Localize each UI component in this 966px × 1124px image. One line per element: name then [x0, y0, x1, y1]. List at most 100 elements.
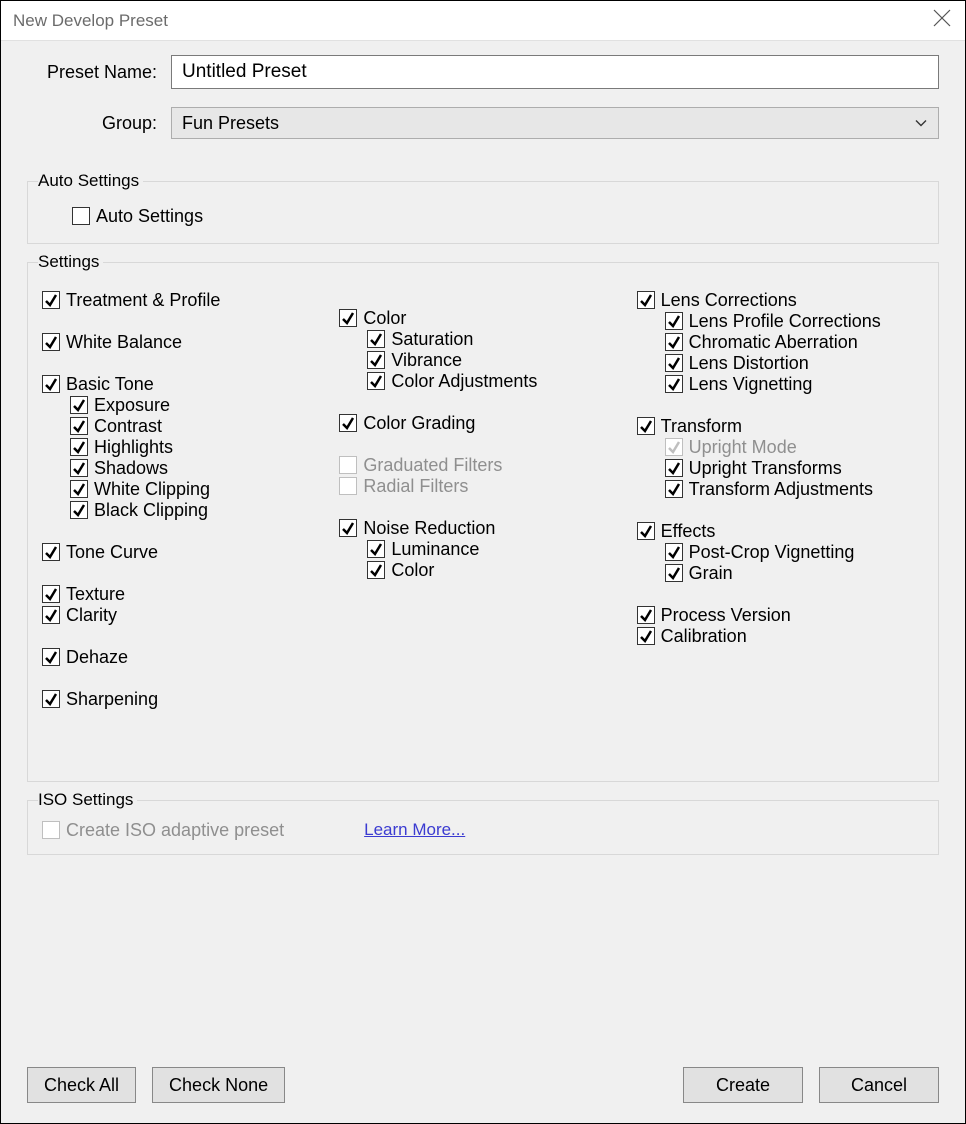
checkbox-label-treatment-profile: Treatment & Profile: [66, 291, 220, 309]
checkbox-label-contrast: Contrast: [94, 417, 162, 435]
checkbox-label-basic-tone: Basic Tone: [66, 375, 154, 393]
checkbox-exposure[interactable]: Exposure: [70, 396, 329, 414]
checkbox-color[interactable]: Color: [339, 309, 626, 327]
footer: Check All Check None Create Cancel: [1, 1049, 965, 1123]
settings-column-3: Lens Corrections Lens Profile Corrections…: [637, 288, 924, 711]
close-button[interactable]: [933, 9, 951, 32]
cancel-button[interactable]: Cancel: [819, 1067, 939, 1103]
checkbox-color-grading[interactable]: Color Grading: [339, 414, 626, 432]
checkbox-label-dehaze: Dehaze: [66, 648, 128, 666]
checkbox-post-crop-vignetting[interactable]: Post-Crop Vignetting: [665, 543, 924, 561]
checkbox-label-saturation: Saturation: [391, 330, 473, 348]
iso-adaptive-checkbox-label: Create ISO adaptive preset: [66, 821, 284, 839]
checkbox-calibration[interactable]: Calibration: [637, 627, 924, 645]
checkbox-process-version[interactable]: Process Version: [637, 606, 924, 624]
checkbox-label-post-crop-vignetting: Post-Crop Vignetting: [689, 543, 855, 561]
create-button[interactable]: Create: [683, 1067, 803, 1103]
checkbox-basic-tone[interactable]: Basic Tone: [42, 375, 329, 393]
checkbox-label-transform-adjustments: Transform Adjustments: [689, 480, 873, 498]
checkbox-label-highlights: Highlights: [94, 438, 173, 456]
checkbox-label-chromatic-aberration: Chromatic Aberration: [689, 333, 858, 351]
checkbox-label-clarity: Clarity: [66, 606, 117, 624]
checkbox-label-effects: Effects: [661, 522, 716, 540]
checkbox-label-exposure: Exposure: [94, 396, 170, 414]
checkbox-saturation[interactable]: Saturation: [367, 330, 626, 348]
checkbox-label-process-version: Process Version: [661, 606, 791, 624]
checkbox-grain[interactable]: Grain: [665, 564, 924, 582]
checkbox-upright-transforms[interactable]: Upright Transforms: [665, 459, 924, 477]
checkbox-vibrance[interactable]: Vibrance: [367, 351, 626, 369]
checkbox-label-upright-transforms: Upright Transforms: [689, 459, 842, 477]
checkbox-label-white-balance: White Balance: [66, 333, 182, 351]
checkbox-label-noise-reduction: Noise Reduction: [363, 519, 495, 537]
checkbox-effects[interactable]: Effects: [637, 522, 924, 540]
checkbox-contrast[interactable]: Contrast: [70, 417, 329, 435]
checkbox-label-black-clipping: Black Clipping: [94, 501, 208, 519]
checkbox-color-adjustments[interactable]: Color Adjustments: [367, 372, 626, 390]
checkbox-tone-curve[interactable]: Tone Curve: [42, 543, 329, 561]
settings-group: Settings Treatment & Profile White Balanc…: [27, 252, 939, 782]
checkbox-label-lens-vignetting: Lens Vignetting: [689, 375, 813, 393]
checkbox-label-color: Color: [363, 309, 406, 327]
checkbox-lens-profile-corrections[interactable]: Lens Profile Corrections: [665, 312, 924, 330]
checkbox-upright-mode: Upright Mode: [665, 438, 924, 456]
checkbox-highlights[interactable]: Highlights: [70, 438, 329, 456]
auto-settings-checkbox[interactable]: Auto Settings: [72, 207, 924, 225]
checkbox-label-color: Color: [391, 561, 434, 579]
checkbox-label-shadows: Shadows: [94, 459, 168, 477]
checkbox-black-clipping[interactable]: Black Clipping: [70, 501, 329, 519]
preset-name-label: Preset Name:: [27, 62, 157, 83]
checkbox-label-grain: Grain: [689, 564, 733, 582]
checkbox-transform-adjustments[interactable]: Transform Adjustments: [665, 480, 924, 498]
group-select-value: Fun Presets: [171, 107, 939, 139]
group-row: Group: Fun Presets: [27, 107, 939, 139]
settings-column-1: Treatment & Profile White Balance Basic To…: [42, 288, 329, 711]
checkbox-lens-distortion[interactable]: Lens Distortion: [665, 354, 924, 372]
checkbox-lens-corrections[interactable]: Lens Corrections: [637, 291, 924, 309]
learn-more-link[interactable]: Learn More...: [364, 820, 465, 840]
checkbox-shadows[interactable]: Shadows: [70, 459, 329, 477]
checkbox-radial-filters: Radial Filters: [339, 477, 626, 495]
checkbox-lens-vignetting[interactable]: Lens Vignetting: [665, 375, 924, 393]
checkbox-white-balance[interactable]: White Balance: [42, 333, 329, 351]
checkbox-color[interactable]: Color: [367, 561, 626, 579]
checkbox-graduated-filters: Graduated Filters: [339, 456, 626, 474]
checkbox-label-vibrance: Vibrance: [391, 351, 462, 369]
titlebar: New Develop Preset: [1, 1, 965, 41]
checkbox-luminance[interactable]: Luminance: [367, 540, 626, 558]
group-label: Group:: [27, 113, 157, 134]
checkbox-white-clipping[interactable]: White Clipping: [70, 480, 329, 498]
checkbox-clarity[interactable]: Clarity: [42, 606, 329, 624]
preset-name-input[interactable]: [171, 55, 939, 89]
checkbox-label-tone-curve: Tone Curve: [66, 543, 158, 561]
dialog-window: New Develop Preset Preset Name: Group: F…: [0, 0, 966, 1124]
auto-settings-checkbox-label: Auto Settings: [96, 207, 203, 225]
checkbox-label-sharpening: Sharpening: [66, 690, 158, 708]
auto-settings-group: Auto Settings Auto Settings: [27, 171, 939, 244]
check-none-button[interactable]: Check None: [152, 1067, 285, 1103]
checkbox-dehaze[interactable]: Dehaze: [42, 648, 329, 666]
checkbox-label-lens-corrections: Lens Corrections: [661, 291, 797, 309]
settings-column-2: Color Saturation Vibrance Color Adjustments…: [339, 288, 626, 711]
checkbox-label-transform: Transform: [661, 417, 742, 435]
checkbox-sharpening[interactable]: Sharpening: [42, 690, 329, 708]
checkbox-treatment-profile[interactable]: Treatment & Profile: [42, 291, 329, 309]
window-title: New Develop Preset: [13, 11, 168, 31]
iso-settings-group: ISO Settings Create ISO adaptive preset …: [27, 790, 939, 855]
checkbox-label-calibration: Calibration: [661, 627, 747, 645]
group-select[interactable]: Fun Presets: [171, 107, 939, 139]
checkbox-chromatic-aberration[interactable]: Chromatic Aberration: [665, 333, 924, 351]
iso-adaptive-checkbox: Create ISO adaptive preset: [42, 821, 284, 839]
checkbox-label-white-clipping: White Clipping: [94, 480, 210, 498]
checkbox-noise-reduction[interactable]: Noise Reduction: [339, 519, 626, 537]
checkbox-label-color-adjustments: Color Adjustments: [391, 372, 537, 390]
checkbox-transform[interactable]: Transform: [637, 417, 924, 435]
check-all-button[interactable]: Check All: [27, 1067, 136, 1103]
preset-name-row: Preset Name:: [27, 55, 939, 89]
auto-settings-legend: Auto Settings: [38, 171, 143, 191]
settings-legend: Settings: [38, 252, 103, 272]
checkbox-label-upright-mode: Upright Mode: [689, 438, 797, 456]
checkbox-label-color-grading: Color Grading: [363, 414, 475, 432]
checkbox-label-texture: Texture: [66, 585, 125, 603]
checkbox-texture[interactable]: Texture: [42, 585, 329, 603]
